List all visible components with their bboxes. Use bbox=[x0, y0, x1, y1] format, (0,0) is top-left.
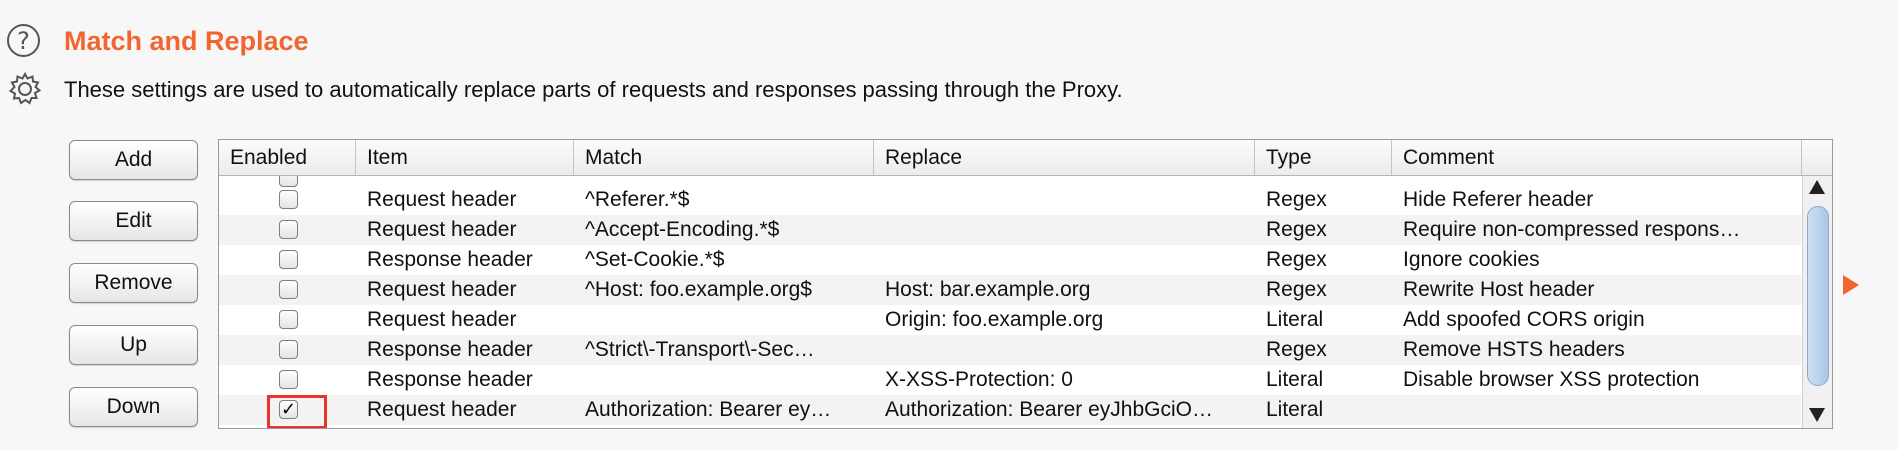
column-header-type[interactable]: Type bbox=[1255, 140, 1392, 175]
cell-replace: Authorization: Bearer eyJhbGciO… bbox=[885, 398, 1213, 421]
table-body: Request header ^Referer.*$ Regex Hide Refer… bbox=[219, 176, 1801, 428]
partial-row bbox=[219, 176, 1801, 187]
cell-comment: Rewrite Host header bbox=[1403, 278, 1595, 301]
table-row[interactable]: Request header ^Referer.*$ Regex Hide Refer… bbox=[219, 185, 1801, 215]
page-description: These settings are used to automatically… bbox=[64, 77, 1123, 102]
cell-item: Request header bbox=[367, 308, 517, 331]
remove-button[interactable]: Remove bbox=[69, 263, 198, 303]
up-button[interactable]: Up bbox=[69, 325, 198, 365]
match-and-replace-panel: ? Match and Replace These settings are u… bbox=[0, 0, 1898, 450]
cell-match: ^Strict\-Transport\-Sec… bbox=[585, 338, 815, 361]
cell-replace: Host: bar.example.org bbox=[885, 278, 1091, 301]
add-button[interactable]: Add bbox=[69, 140, 198, 180]
table-row[interactable]: Request header Origin: foo.example.org Lit… bbox=[219, 305, 1801, 335]
cell-comment: Remove HSTS headers bbox=[1403, 338, 1625, 361]
table-row[interactable]: Response header ^Strict\-Transport\-Sec… R… bbox=[219, 335, 1801, 365]
cell-match bbox=[574, 365, 874, 395]
cell-replace: Origin: foo.example.org bbox=[885, 308, 1104, 331]
column-header-item[interactable]: Item bbox=[356, 140, 574, 175]
cell-type: Regex bbox=[1266, 338, 1327, 361]
cell-item: Request header bbox=[367, 398, 517, 421]
cell-item: Request header bbox=[367, 218, 517, 241]
help-icon[interactable]: ? bbox=[7, 24, 40, 57]
cell-replace bbox=[874, 185, 1255, 215]
cell-type: Regex bbox=[1266, 188, 1327, 211]
table-header: Enabled Item Match Replace Type Comment bbox=[219, 140, 1832, 176]
page-title: Match and Replace bbox=[64, 26, 309, 56]
edit-button[interactable]: Edit bbox=[69, 201, 198, 241]
enabled-checkbox[interactable] bbox=[279, 220, 298, 239]
enabled-checkbox[interactable] bbox=[279, 310, 298, 329]
table-row[interactable]: Response header ^Set-Cookie.*$ Regex Ignore… bbox=[219, 245, 1801, 275]
enabled-checkbox[interactable] bbox=[279, 250, 298, 269]
cell-type: Literal bbox=[1266, 398, 1324, 421]
cell-match bbox=[574, 305, 874, 335]
table-row[interactable]: ✓ Request header Authorization: Bearer ey…… bbox=[219, 395, 1801, 428]
cell-type: Literal bbox=[1266, 368, 1324, 391]
cell-type: Literal bbox=[1266, 308, 1324, 331]
cell-comment: Add spoofed CORS origin bbox=[1403, 308, 1645, 331]
scroll-down-icon[interactable] bbox=[1809, 408, 1825, 422]
cell-item: Response header bbox=[367, 368, 533, 391]
down-button[interactable]: Down bbox=[69, 387, 198, 427]
cell-type: Regex bbox=[1266, 218, 1327, 241]
cell-replace bbox=[874, 215, 1255, 245]
cell-replace: X-XSS-Protection: 0 bbox=[885, 368, 1073, 391]
gear-icon[interactable] bbox=[6, 70, 44, 108]
rules-table: Enabled Item Match Replace Type Comment … bbox=[218, 139, 1833, 429]
highlight-box bbox=[267, 395, 327, 428]
scroll-up-icon[interactable] bbox=[1809, 180, 1825, 194]
cell-replace bbox=[874, 245, 1255, 275]
enabled-checkbox[interactable] bbox=[279, 340, 298, 359]
table-row[interactable]: Request header ^Accept-Encoding.*$ Regex Re… bbox=[219, 215, 1801, 245]
cell-replace bbox=[874, 335, 1255, 365]
cell-match: ^Accept-Encoding.*$ bbox=[585, 218, 780, 241]
column-header-comment[interactable]: Comment bbox=[1392, 140, 1802, 175]
cell-comment bbox=[1392, 395, 1801, 425]
cell-type: Regex bbox=[1266, 248, 1327, 271]
cell-item: Request header bbox=[367, 188, 517, 211]
enabled-checkbox[interactable] bbox=[279, 190, 298, 209]
cell-comment: Ignore cookies bbox=[1403, 248, 1540, 271]
cell-item: Response header bbox=[367, 248, 533, 271]
table-row[interactable]: Request header ^Host: foo.example.org$ Hos… bbox=[219, 275, 1801, 305]
expand-arrow-icon[interactable] bbox=[1843, 275, 1859, 295]
column-header-replace[interactable]: Replace bbox=[874, 140, 1255, 175]
cell-match: Authorization: Bearer ey… bbox=[585, 398, 832, 421]
column-header-enabled[interactable]: Enabled bbox=[219, 140, 356, 175]
cell-comment: Hide Referer header bbox=[1403, 188, 1594, 211]
cell-comment: Disable browser XSS protection bbox=[1403, 368, 1700, 391]
cell-match: ^Set-Cookie.*$ bbox=[585, 248, 725, 271]
cell-type: Regex bbox=[1266, 278, 1327, 301]
cell-match: ^Host: foo.example.org$ bbox=[585, 278, 812, 301]
enabled-checkbox[interactable] bbox=[279, 280, 298, 299]
table-row[interactable]: Response header X-XSS-Protection: 0 Litera… bbox=[219, 365, 1801, 395]
cell-item: Request header bbox=[367, 278, 517, 301]
scroll-thumb[interactable] bbox=[1807, 206, 1829, 386]
table-scrollbar[interactable] bbox=[1802, 176, 1832, 428]
cell-item: Response header bbox=[367, 338, 533, 361]
column-header-match[interactable]: Match bbox=[574, 140, 874, 175]
cell-comment: Require non-compressed respons… bbox=[1403, 218, 1741, 241]
enabled-checkbox[interactable] bbox=[279, 370, 298, 389]
cell-match: ^Referer.*$ bbox=[585, 188, 690, 211]
